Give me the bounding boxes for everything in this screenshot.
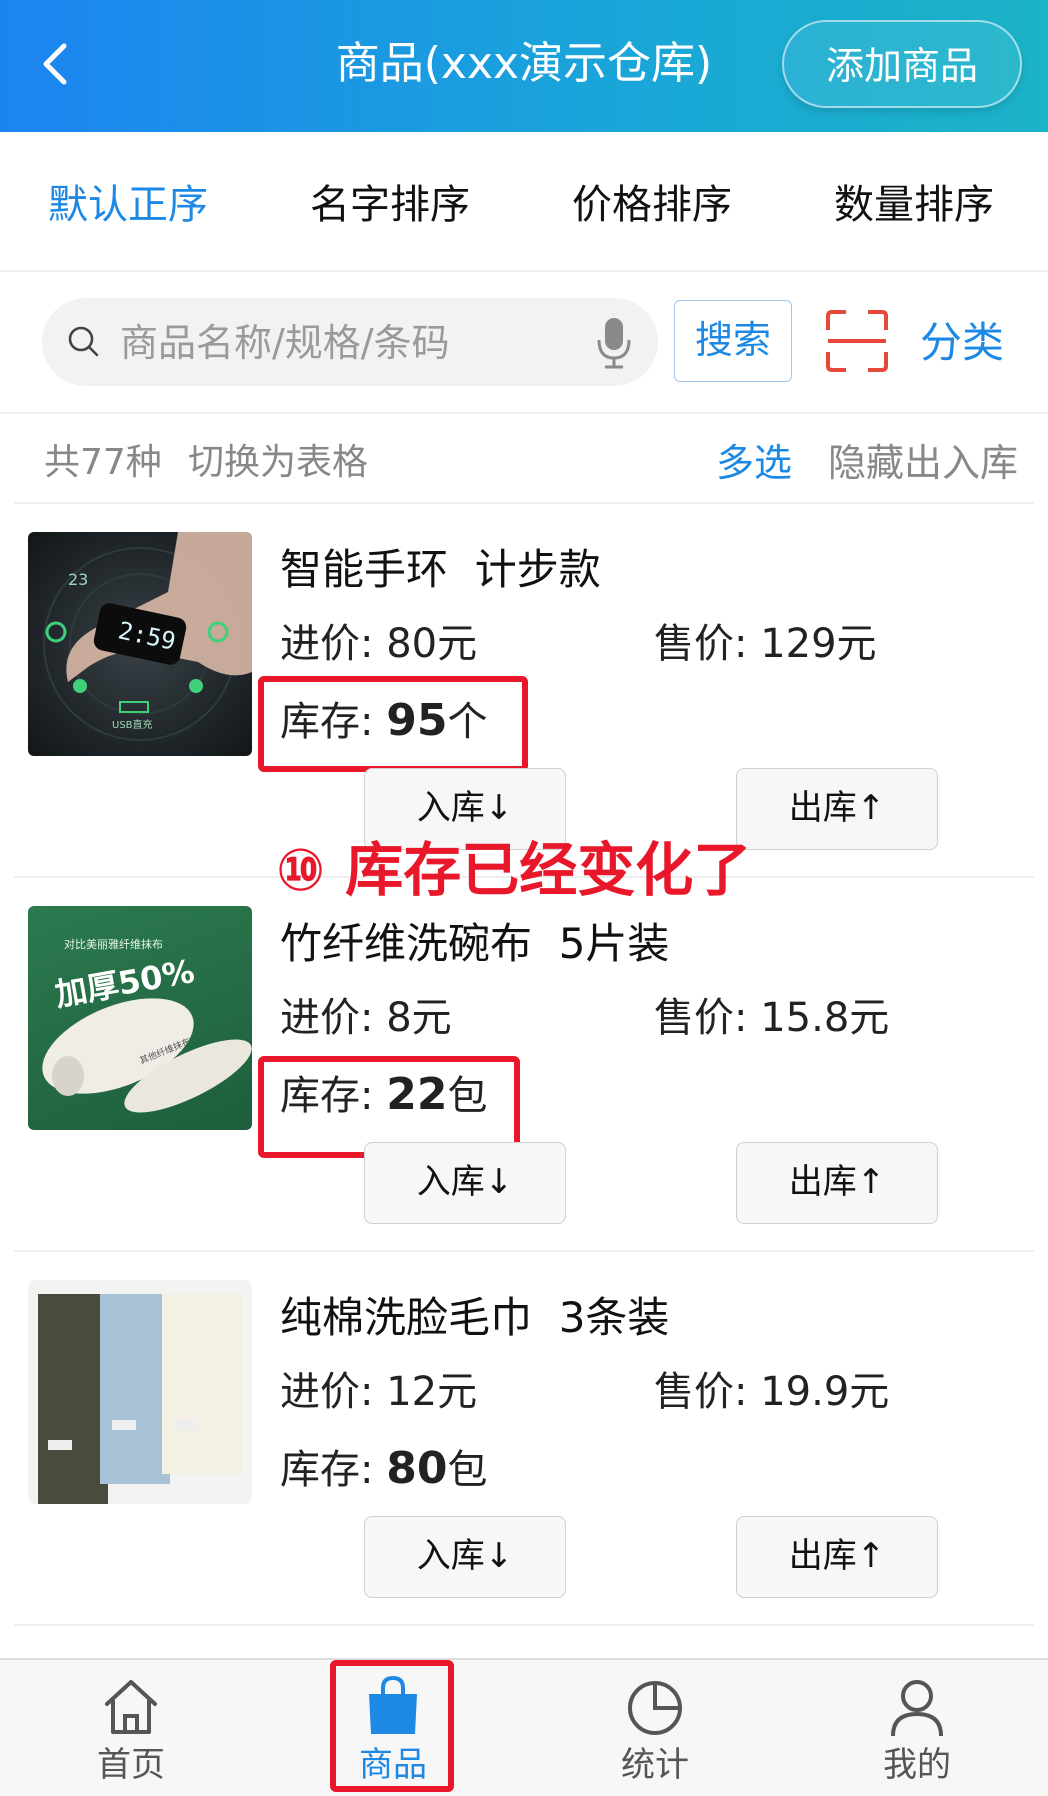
tab-quantity-sort[interactable]: 数量排序 [834,180,994,230]
category-link[interactable]: 分类 [920,316,1004,370]
pie-chart-icon [628,1681,682,1735]
search-input[interactable] [118,312,562,374]
product-item[interactable]: 对比美丽雅纤维抹布 加厚50% 其他纤维抹布 竹纤维洗碗布 5片装 进价: 8元… [14,876,1034,1252]
search-button[interactable]: 搜索 [674,300,792,382]
thumb-caption: 对比美丽雅纤维抹布 [64,938,163,951]
cost-price: 进价: 12元 [280,1369,478,1415]
back-button[interactable] [26,32,90,96]
nav-home[interactable]: 首页 [0,1660,262,1796]
user-icon [891,1680,943,1737]
product-name: 智能手环 计步款 [280,545,601,594]
total-count: 共77种 [44,442,162,483]
product-item[interactable]: 23 2:59 USB直充 智能手环 计步款 进价: 80元 售价: 129元 … [14,502,1034,878]
thumb-caption: USB直充 [112,720,153,731]
app-header: 商品(xxx演示仓库) 添加商品 [0,0,1048,132]
nav-mine[interactable]: 我的 [786,1660,1048,1796]
tab-price-sort[interactable]: 价格排序 [572,180,732,230]
home-icon [105,1680,157,1734]
chevron-left-icon [43,43,67,85]
search-icon [68,326,99,357]
stock-in-button[interactable]: 入库↓ [364,1142,566,1224]
annotation-text: ⑩ 库存已经变化了 [276,836,752,904]
stock-highlight-box [258,676,528,772]
stock-quantity: 库存: 80包 [280,1443,488,1494]
sale-price: 售价: 15.8元 [654,995,890,1041]
product-image [28,1280,252,1504]
stock-out-button[interactable]: 出库↑ [736,1516,938,1598]
nav-statistics[interactable]: 统计 [524,1660,786,1796]
summary-row: 共77种 切换为表格 多选 隐藏出入库 [0,412,1048,504]
add-product-button[interactable]: 添加商品 [782,20,1022,108]
stock-in-button[interactable]: 入库↓ [364,1516,566,1598]
microphone-icon[interactable] [594,316,634,370]
sale-price: 售价: 19.9元 [654,1369,890,1415]
hide-inout-link[interactable]: 隐藏出入库 [828,438,1018,488]
scan-icon[interactable] [826,310,888,372]
thumb-caption: 23 [68,570,89,589]
list-divider [14,1624,1034,1626]
nav-label: 统计 [621,1745,689,1785]
nav-label: 首页 [97,1745,165,1785]
cost-price: 进价: 8元 [280,995,452,1041]
nav-label: 我的 [883,1745,951,1785]
tab-default-order[interactable]: 默认正序 [48,180,208,230]
product-image: 23 2:59 USB直充 [28,532,252,756]
tab-name-sort[interactable]: 名字排序 [310,180,470,230]
product-name: 竹纤维洗碗布 5片装 [280,919,670,968]
sort-bar: 默认正序 名字排序 价格排序 数量排序 [0,132,1048,272]
switch-to-table-link[interactable]: 切换为表格 [188,438,368,488]
product-image: 对比美丽雅纤维抹布 加厚50% 其他纤维抹布 [28,906,252,1130]
nav-highlight-box [330,1660,454,1792]
multi-select-link[interactable]: 多选 [716,438,792,488]
sale-price: 售价: 129元 [654,621,877,667]
product-item[interactable]: 纯棉洗脸毛巾 3条装 进价: 12元 售价: 19.9元 库存: 80包 入库↓… [14,1250,1034,1626]
bottom-nav: 首页 商品 统计 我的 [0,1658,1048,1796]
cost-price: 进价: 80元 [280,621,478,667]
stock-out-button[interactable]: 出库↑ [736,768,938,850]
product-name: 纯棉洗脸毛巾 3条装 [280,1293,670,1342]
stock-out-button[interactable]: 出库↑ [736,1142,938,1224]
search-box [42,298,658,386]
